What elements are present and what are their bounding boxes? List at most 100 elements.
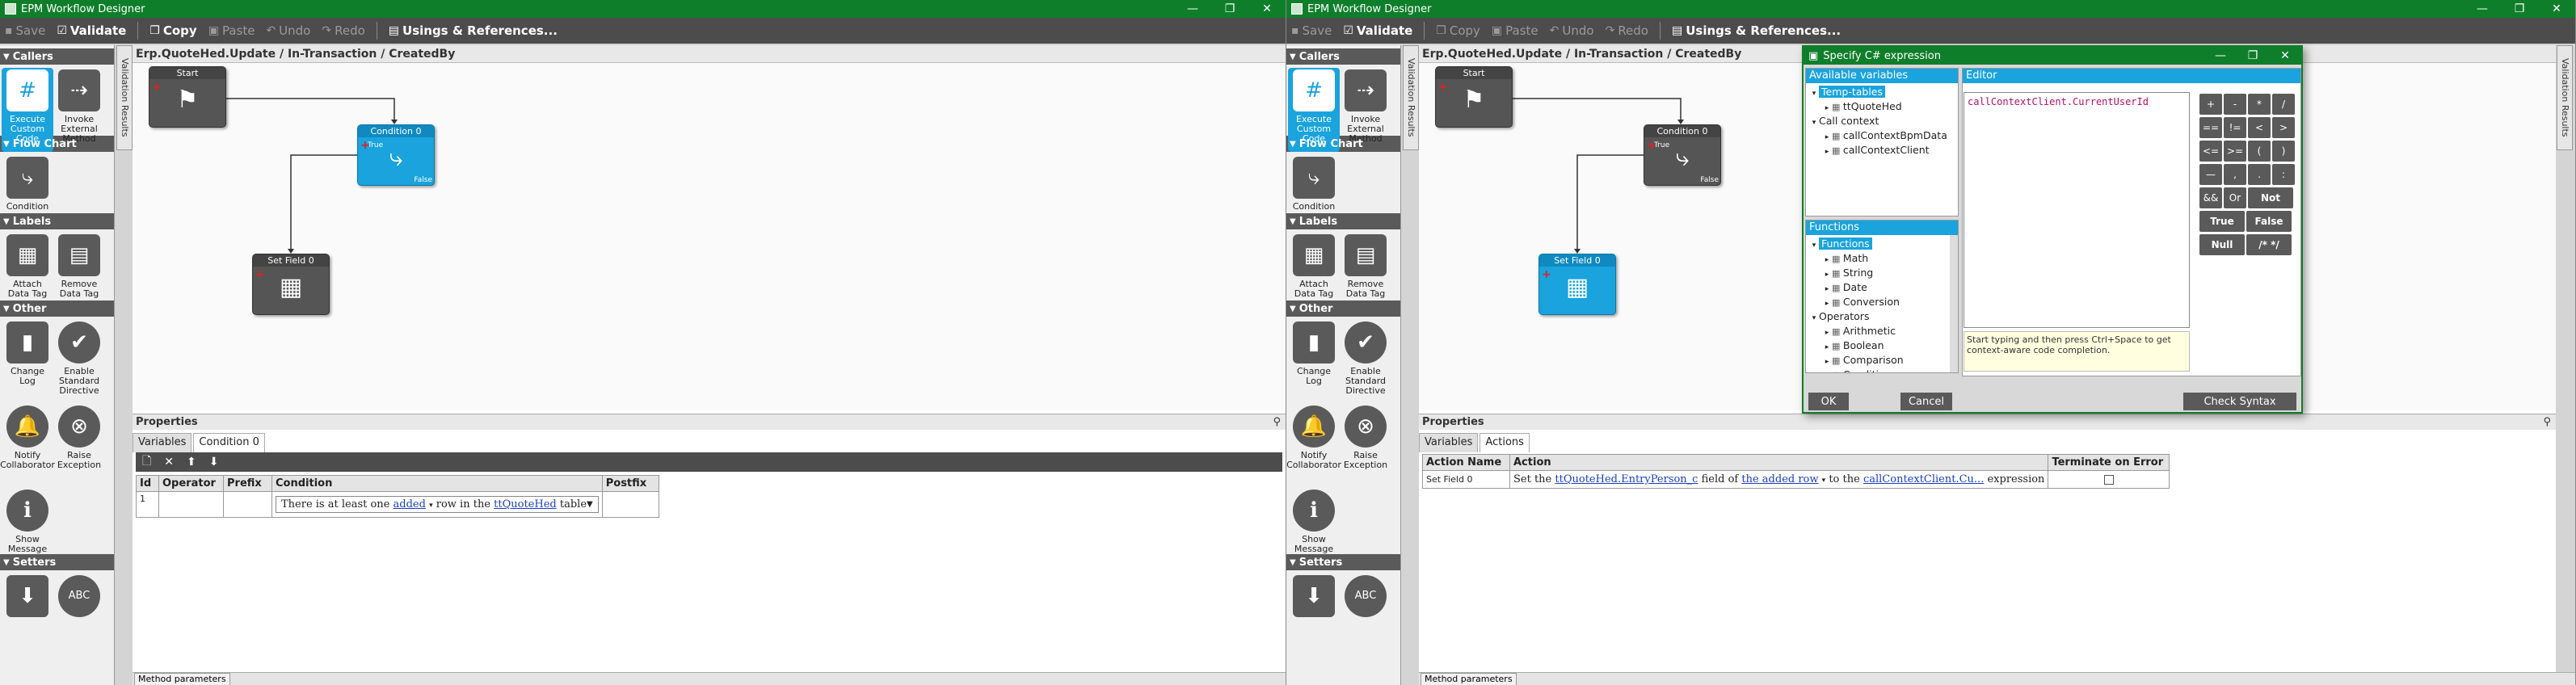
key-colon[interactable]: :: [2272, 164, 2295, 185]
tree-item[interactable]: ▸ ▦ callContextClient: [1806, 143, 1958, 158]
tool-remove-data-tag[interactable]: ▤ Remove Data Tag: [1340, 233, 1391, 317]
tree-item[interactable]: ▾ Temp-tables: [1806, 85, 1958, 99]
tool-setter-2[interactable]: ABC: [1340, 574, 1391, 658]
key-or[interactable]: Or: [2224, 187, 2246, 208]
tab-actions[interactable]: Actions: [1480, 433, 1530, 452]
tool-raise-exception[interactable]: ⊗ Raise Exception: [1340, 404, 1391, 488]
toolbox-group-setters[interactable]: ▼ Setters: [1286, 554, 1400, 570]
tool-raise-exception[interactable]: ⊗ Raise Exception: [53, 404, 105, 488]
expand-arrow-icon[interactable]: ▾: [1809, 238, 1819, 253]
tree-item[interactable]: ▾ Call context: [1806, 114, 1958, 128]
validation-results-tab[interactable]: Validation Results: [1403, 45, 1419, 150]
minimize-button[interactable]: —: [2204, 47, 2237, 65]
usings-references-button[interactable]: ▤ Usings & References...: [1672, 23, 1841, 38]
tree-item[interactable]: ▸ ▦ Conversion: [1806, 295, 1958, 309]
key-less[interactable]: <: [2248, 117, 2271, 138]
redo-button[interactable]: ↷ Redo: [1606, 23, 1648, 38]
undo-button[interactable]: ↶ Undo: [1550, 23, 1594, 38]
condition-node[interactable]: Condition 0 ⤷ + True False: [1644, 124, 1721, 186]
toolbox-group-callers[interactable]: ▼ Callers: [1286, 48, 1400, 65]
pin-icon[interactable]: ⚲: [2543, 414, 2551, 431]
added-row-link[interactable]: the added row: [1741, 473, 1818, 485]
tree-item[interactable]: ▾ Functions: [1806, 237, 1958, 251]
undo-button[interactable]: ↶ Undo: [266, 23, 310, 38]
tool-setter-2[interactable]: ABC: [53, 574, 105, 658]
collapse-arrow-icon[interactable]: ▸: [1822, 369, 1832, 372]
check-syntax-button[interactable]: Check Syntax: [2183, 393, 2296, 410]
toolbox-group-labels[interactable]: ▼ Labels: [1286, 213, 1400, 229]
toolbox-group-callers[interactable]: ▼ Callers: [0, 48, 114, 65]
key-greater[interactable]: >: [2272, 117, 2295, 138]
tool-setter-1[interactable]: ⬇: [1288, 574, 1340, 658]
expression-editor[interactable]: callContextClient.CurrentUserId: [1964, 92, 2190, 328]
table-row[interactable]: Set Field 0 Set the ttQuoteHed.EntryPers…: [1422, 470, 2170, 489]
tab-variables[interactable]: Variables: [1419, 433, 1479, 452]
key-false[interactable]: False: [2246, 211, 2292, 232]
minimize-button[interactable]: —: [1174, 0, 1211, 18]
toolbox-group-labels[interactable]: ▼ Labels: [0, 213, 114, 229]
tab-variables[interactable]: Variables: [133, 433, 192, 452]
condition-dropdown[interactable]: There is at least one added ▾ row in the…: [276, 496, 599, 513]
tree-item[interactable]: ▸ ▦ Math: [1806, 251, 1958, 266]
tool-change-log[interactable]: ▮ Change Log: [1288, 320, 1340, 404]
key-divide[interactable]: /: [2272, 94, 2295, 115]
action-cell[interactable]: Set the ttQuoteHed.EntryPerson_c field o…: [1509, 470, 2049, 489]
usings-references-button[interactable]: ▤ Usings & References...: [389, 23, 558, 38]
operator-cell[interactable]: [158, 491, 224, 518]
validation-results-tab[interactable]: Validation Results: [116, 45, 133, 150]
condition-cell[interactable]: There is at least one added ▾ row in the…: [271, 491, 603, 518]
key-plus[interactable]: +: [2199, 94, 2222, 115]
tree-item[interactable]: ▸ ▦ String: [1806, 266, 1958, 280]
field-link[interactable]: ttQuoteHed.EntryPerson_c: [1555, 473, 1698, 485]
key-comment[interactable]: /* */: [2246, 234, 2292, 255]
delete-icon[interactable]: ✕: [164, 456, 174, 469]
key-equals[interactable]: ==: [2199, 117, 2222, 138]
key-minus[interactable]: -: [2224, 94, 2246, 115]
new-icon[interactable]: 🗋: [142, 452, 151, 472]
tool-enable-standard-directive[interactable]: ✔ Enable Standard Directive: [53, 320, 105, 404]
set-field-node[interactable]: Set Field 0 ▦ +: [252, 254, 330, 315]
save-button[interactable]: ▪ Save: [1291, 23, 1332, 38]
tree-item[interactable]: ▸ ▦ Boolean: [1806, 338, 1958, 353]
chevron-down-icon[interactable]: ▼: [587, 500, 593, 509]
validate-button[interactable]: ☑ Validate: [57, 23, 126, 38]
copy-button[interactable]: ❐ Copy: [149, 23, 196, 38]
paste-button[interactable]: ▣ Paste: [1492, 23, 1538, 38]
save-button[interactable]: ▪ Save: [5, 23, 45, 38]
method-parameters-tab[interactable]: Method parameters: [1421, 673, 1517, 685]
tree-item[interactable]: ▸ ▦ ttQuoteHed: [1806, 99, 1958, 114]
expand-arrow-icon[interactable]: ▾: [1809, 116, 1819, 130]
paste-button[interactable]: ▣ Paste: [208, 23, 255, 38]
condition-node[interactable]: Condition 0 ⤷ + True False: [357, 124, 435, 186]
key-null[interactable]: Null: [2199, 234, 2245, 255]
tab-condition-0[interactable]: Condition 0: [193, 433, 265, 452]
tool-notify-collaborator[interactable]: 🔔 Notify Collaborator: [0, 404, 55, 488]
minimize-button[interactable]: —: [2464, 0, 2501, 18]
key-dot[interactable]: .: [2248, 164, 2271, 185]
postfix-cell[interactable]: [601, 491, 659, 518]
ttquotehed-link[interactable]: ttQuoteHed: [494, 498, 557, 511]
tool-remove-data-tag[interactable]: ▤ Remove Data Tag: [53, 233, 105, 317]
key-not[interactable]: Not: [2248, 187, 2293, 208]
key-open-paren[interactable]: (: [2248, 141, 2271, 162]
tool-notify-collaborator[interactable]: 🔔 Notify Collaborator: [1286, 404, 1341, 488]
key-true[interactable]: True: [2199, 211, 2245, 232]
workflow-canvas[interactable]: Start ⚑ + Condition 0 ⤷ + True False Set…: [133, 63, 1286, 410]
set-field-node[interactable]: Set Field 0 ▦ +: [1538, 254, 1616, 315]
close-button[interactable]: ✕: [1248, 0, 1286, 18]
copy-button[interactable]: ❐ Copy: [1436, 23, 1480, 38]
key-less-equal[interactable]: <=: [2199, 141, 2222, 162]
key-greater-equal[interactable]: >=: [2224, 141, 2246, 162]
tree-item[interactable]: ▸ ▦ callContextBpmData: [1806, 128, 1958, 143]
tree-item[interactable]: ▸ ▦ Arithmetic: [1806, 324, 1958, 338]
expand-arrow-icon[interactable]: ▾: [1809, 86, 1819, 101]
collapse-arrow-icon[interactable]: ▸: [1822, 145, 1832, 159]
ok-button[interactable]: OK: [1808, 393, 1849, 410]
tree-item[interactable]: ▸ ▦ Comparison: [1806, 353, 1958, 368]
table-row[interactable]: 1 There is at least one added ▾ row in t…: [136, 491, 659, 518]
key-close-paren[interactable]: ): [2272, 141, 2295, 162]
method-parameters-tab[interactable]: Method parameters: [134, 673, 230, 685]
key-and[interactable]: &&: [2199, 187, 2222, 208]
maximize-button[interactable]: ❐: [2501, 0, 2538, 18]
move-down-icon[interactable]: ⬇: [209, 456, 219, 469]
